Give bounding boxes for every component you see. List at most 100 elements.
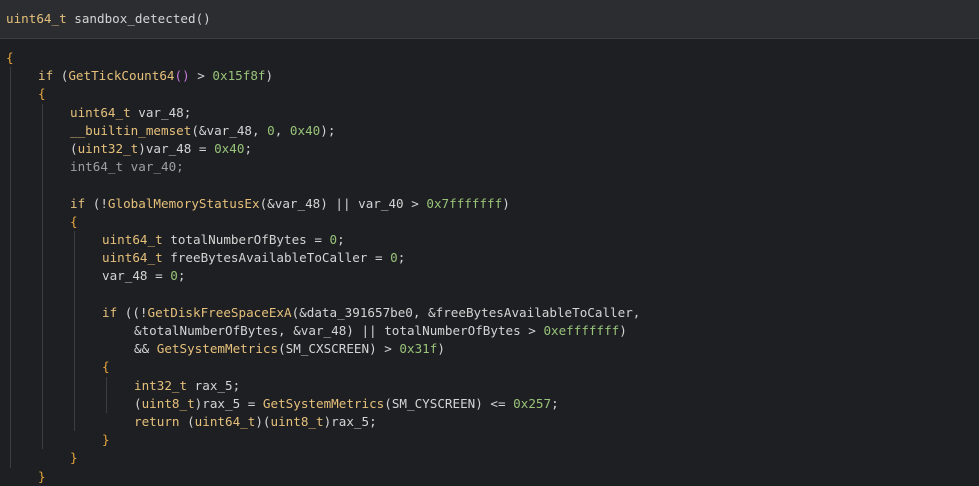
code-token: return (134, 414, 180, 429)
code-line[interactable]: uint64_t totalNumberOfBytes = 0; (102, 231, 345, 249)
code-token: ) (619, 323, 627, 338)
code-token: uint32_t (77, 141, 139, 156)
code-token: var_48; (130, 104, 192, 120)
code-line[interactable]: __builtin_memset(&var_48, 0, 0x40); (70, 122, 335, 140)
code-token: &totalNumberOfBytes, &var_48) || totalNu… (134, 323, 544, 338)
code-token: 0x40 (214, 141, 245, 156)
code-token: )var_48 = (138, 141, 215, 156)
code-token: 0x257 (513, 395, 552, 411)
code-line[interactable]: int32_t rax_5; (134, 377, 240, 395)
code-token: ; (244, 141, 253, 156)
code-line[interactable]: var_48 = 0; (102, 267, 185, 285)
code-token: GetTickCount64 (68, 68, 175, 84)
code-line[interactable]: { (102, 358, 110, 376)
code-token: 0x15f8f (212, 68, 266, 84)
code-token: { (38, 86, 46, 102)
code-token: > (189, 68, 213, 84)
code-token: )rax_5 = (194, 395, 263, 411)
code-token: 0x40 (289, 122, 321, 138)
code-line[interactable]: (uint32_t)var_48 = 0x40; (70, 140, 252, 158)
indent-guide (42, 103, 43, 450)
code-token: GlobalMemoryStatusEx (107, 195, 260, 211)
code-line[interactable]: &totalNumberOfBytes, &var_48) || totalNu… (134, 322, 627, 340)
code-token: ( (70, 141, 78, 156)
code-line[interactable]: if (GetTickCount64() > 0x15f8f) (38, 67, 273, 85)
code-token: 0 (170, 268, 178, 284)
code-token: (&var_48, (191, 122, 268, 138)
code-token: } (102, 432, 110, 448)
code-token: __builtin_memset (70, 122, 192, 138)
code-token: var_48 = (102, 268, 171, 284)
code-token: && (134, 341, 157, 357)
code-token: (&var_48) || var_40 > (259, 195, 427, 211)
code-token: )rax_5; (323, 414, 377, 429)
code-line[interactable]: { (38, 85, 46, 103)
code-line[interactable]: } (102, 431, 110, 449)
code-token: ); (320, 122, 336, 138)
code-line[interactable]: int64_t var_40; (70, 158, 184, 176)
code-token: { (70, 213, 78, 229)
code-token: ) (502, 195, 510, 211)
code-line[interactable]: { (70, 213, 78, 231)
indent-guide (10, 67, 11, 468)
code-token: ( (134, 395, 142, 411)
code-token: uint8_t (141, 395, 195, 411)
code-token: 0xefffffff (543, 323, 620, 338)
code-token: (SM_CXSCREEN) > (278, 341, 400, 357)
code-line[interactable]: return (uint64_t)(uint8_t)rax_5; (134, 413, 377, 431)
code-token: int64_t var_40; (70, 159, 184, 175)
code-token: GetSystemMetrics (156, 341, 279, 357)
code-token: GetDiskFreeSpaceExA (147, 304, 292, 320)
code-line[interactable]: if (!GlobalMemoryStatusEx(&var_48) || va… (70, 195, 510, 213)
code-token: GetSystemMetrics (262, 395, 385, 411)
code-token: ) (265, 68, 274, 84)
code-token: () (174, 68, 190, 84)
code-token: ; (177, 268, 186, 284)
code-token: (SM_CYSCREEN) <= (384, 395, 514, 411)
code-token: freeBytesAvailableToCaller = (162, 250, 391, 266)
code-line[interactable]: } (38, 468, 46, 486)
code-token: 0 (267, 122, 275, 138)
code-line[interactable]: && GetSystemMetrics(SM_CXSCREEN) > 0x31f… (134, 340, 445, 358)
code-token: )( (255, 414, 271, 429)
code-token: rax_5; (187, 377, 241, 393)
code-token: (&data_391657be0, &freeBytesAvailableToC… (291, 304, 641, 320)
code-token: uint64_t (194, 414, 256, 429)
code-token: ((! (117, 304, 148, 320)
code-token: 0x7fffffff (426, 195, 503, 211)
code-token: { (102, 359, 110, 375)
code-line[interactable]: if ((!GetDiskFreeSpaceExA(&data_391657be… (102, 304, 640, 322)
function-signature: uint64_t sandbox_detected() (6, 11, 211, 26)
code-line[interactable]: } (70, 449, 78, 467)
code-token: , (274, 122, 290, 138)
code-line[interactable]: uint64_t var_48; (70, 104, 191, 122)
code-token: totalNumberOfBytes = (162, 232, 330, 247)
code-token: ; (337, 232, 345, 247)
code-line[interactable]: (uint8_t)rax_5 = GetSystemMetrics(SM_CYS… (134, 395, 559, 413)
code-token: if (70, 195, 86, 211)
code-token: ( (179, 414, 195, 429)
code-token: 0 (390, 250, 398, 266)
code-token: } (70, 450, 78, 466)
code-token: int32_t (134, 377, 188, 393)
function-name[interactable]: sandbox_detected (74, 11, 195, 26)
code-line[interactable]: { (6, 49, 14, 67)
indent-guide (74, 231, 75, 432)
indent-guide (106, 376, 107, 413)
function-header-bar: uint64_t sandbox_detected() (0, 0, 979, 39)
code-token: ( (53, 68, 69, 84)
return-type: uint64_t (6, 11, 67, 26)
code-token: } (38, 468, 46, 484)
code-token: ; (397, 250, 406, 266)
function-parens: () (195, 11, 211, 26)
code-token: 0 (329, 232, 338, 247)
code-line[interactable]: uint64_t freeBytesAvailableToCaller = 0; (102, 249, 405, 267)
code-token: (! (85, 195, 108, 211)
code-token: uint64_t (102, 232, 163, 247)
decompiled-code-view[interactable]: {if (GetTickCount64() > 0x15f8f){uint64_… (0, 39, 979, 484)
code-token: { (6, 50, 14, 65)
code-token: ; (551, 395, 559, 411)
code-token: ) (437, 341, 445, 357)
code-token: 0x31f (399, 341, 438, 357)
code-token: uint64_t (102, 250, 163, 266)
